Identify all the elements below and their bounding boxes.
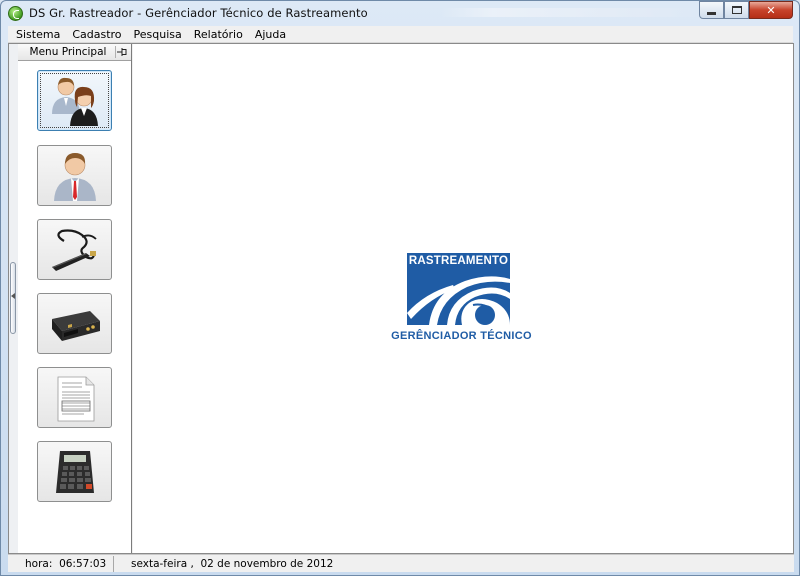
minimize-icon: [707, 11, 716, 15]
clients-button[interactable]: [37, 70, 112, 131]
calculator-icon: [55, 450, 94, 493]
user-button[interactable]: [37, 145, 112, 206]
maximize-icon: [731, 6, 742, 14]
tracker-device-icon: [51, 310, 100, 341]
window-title: DS Gr. Rastreador - Gerênciador Técnico …: [29, 6, 368, 20]
menu-cadastro[interactable]: Cadastro: [66, 26, 127, 43]
pin-icon: [117, 48, 127, 56]
users-icon: [51, 77, 98, 126]
side-menu-header: Menu Principal: [18, 44, 131, 61]
document-icon: [57, 376, 94, 421]
client-area: Menu Principal RASTREAMENTO GERÊNCIADOR …: [8, 43, 794, 554]
status-bar: hora: 06:57:03 sexta-feira , 02 de novem…: [8, 554, 794, 572]
close-icon: ✕: [766, 3, 776, 17]
logo-swoosh-icon: [407, 276, 510, 325]
menu-pesquisa[interactable]: Pesquisa: [128, 26, 188, 43]
status-time-panel: hora: 06:57:03: [8, 555, 114, 572]
antenna-icon: [51, 228, 97, 271]
user-icon: [53, 152, 96, 201]
antenna-button[interactable]: [37, 219, 112, 280]
logo-subtitle: GERÊNCIADOR TÉCNICO: [391, 330, 532, 342]
app-window: DS Gr. Rastreador - Gerênciador Técnico …: [0, 0, 800, 576]
minimize-button[interactable]: [699, 1, 724, 19]
menu-relatorio[interactable]: Relatório: [188, 26, 249, 43]
title-bar[interactable]: DS Gr. Rastreador - Gerênciador Técnico …: [1, 1, 799, 25]
tracker-device-button[interactable]: [37, 293, 112, 354]
app-icon[interactable]: [8, 6, 23, 21]
main-content-area: RASTREAMENTO GERÊNCIADOR TÉCNICO: [133, 44, 793, 553]
side-menu-title: Menu Principal: [29, 46, 107, 58]
status-date-panel: sexta-feira , 02 de novembro de 2012: [114, 556, 333, 572]
window-controls: ✕: [699, 1, 793, 19]
side-menu-panel: Menu Principal: [18, 44, 132, 553]
menu-sistema[interactable]: Sistema: [10, 26, 66, 43]
title-blur: [441, 8, 701, 17]
maximize-button[interactable]: [724, 1, 749, 19]
document-button[interactable]: [37, 367, 112, 428]
status-date-text: sexta-feira , 02 de novembro de 2012: [131, 557, 334, 570]
menu-bar: Sistema Cadastro Pesquisa Relatório Ajud…: [8, 26, 793, 43]
brand-logo: RASTREAMENTO GERÊNCIADOR TÉCNICO: [389, 253, 534, 345]
calculator-button[interactable]: [37, 441, 112, 502]
status-time-value: 06:57:03: [59, 557, 107, 570]
splitter-grip[interactable]: [10, 262, 16, 334]
status-time-label: hora:: [25, 557, 53, 570]
splitter-strip: [9, 44, 18, 553]
menu-ajuda[interactable]: Ajuda: [249, 26, 292, 43]
pin-button[interactable]: [115, 46, 128, 58]
close-button[interactable]: ✕: [749, 1, 793, 19]
logo-mark: RASTREAMENTO: [407, 253, 510, 325]
